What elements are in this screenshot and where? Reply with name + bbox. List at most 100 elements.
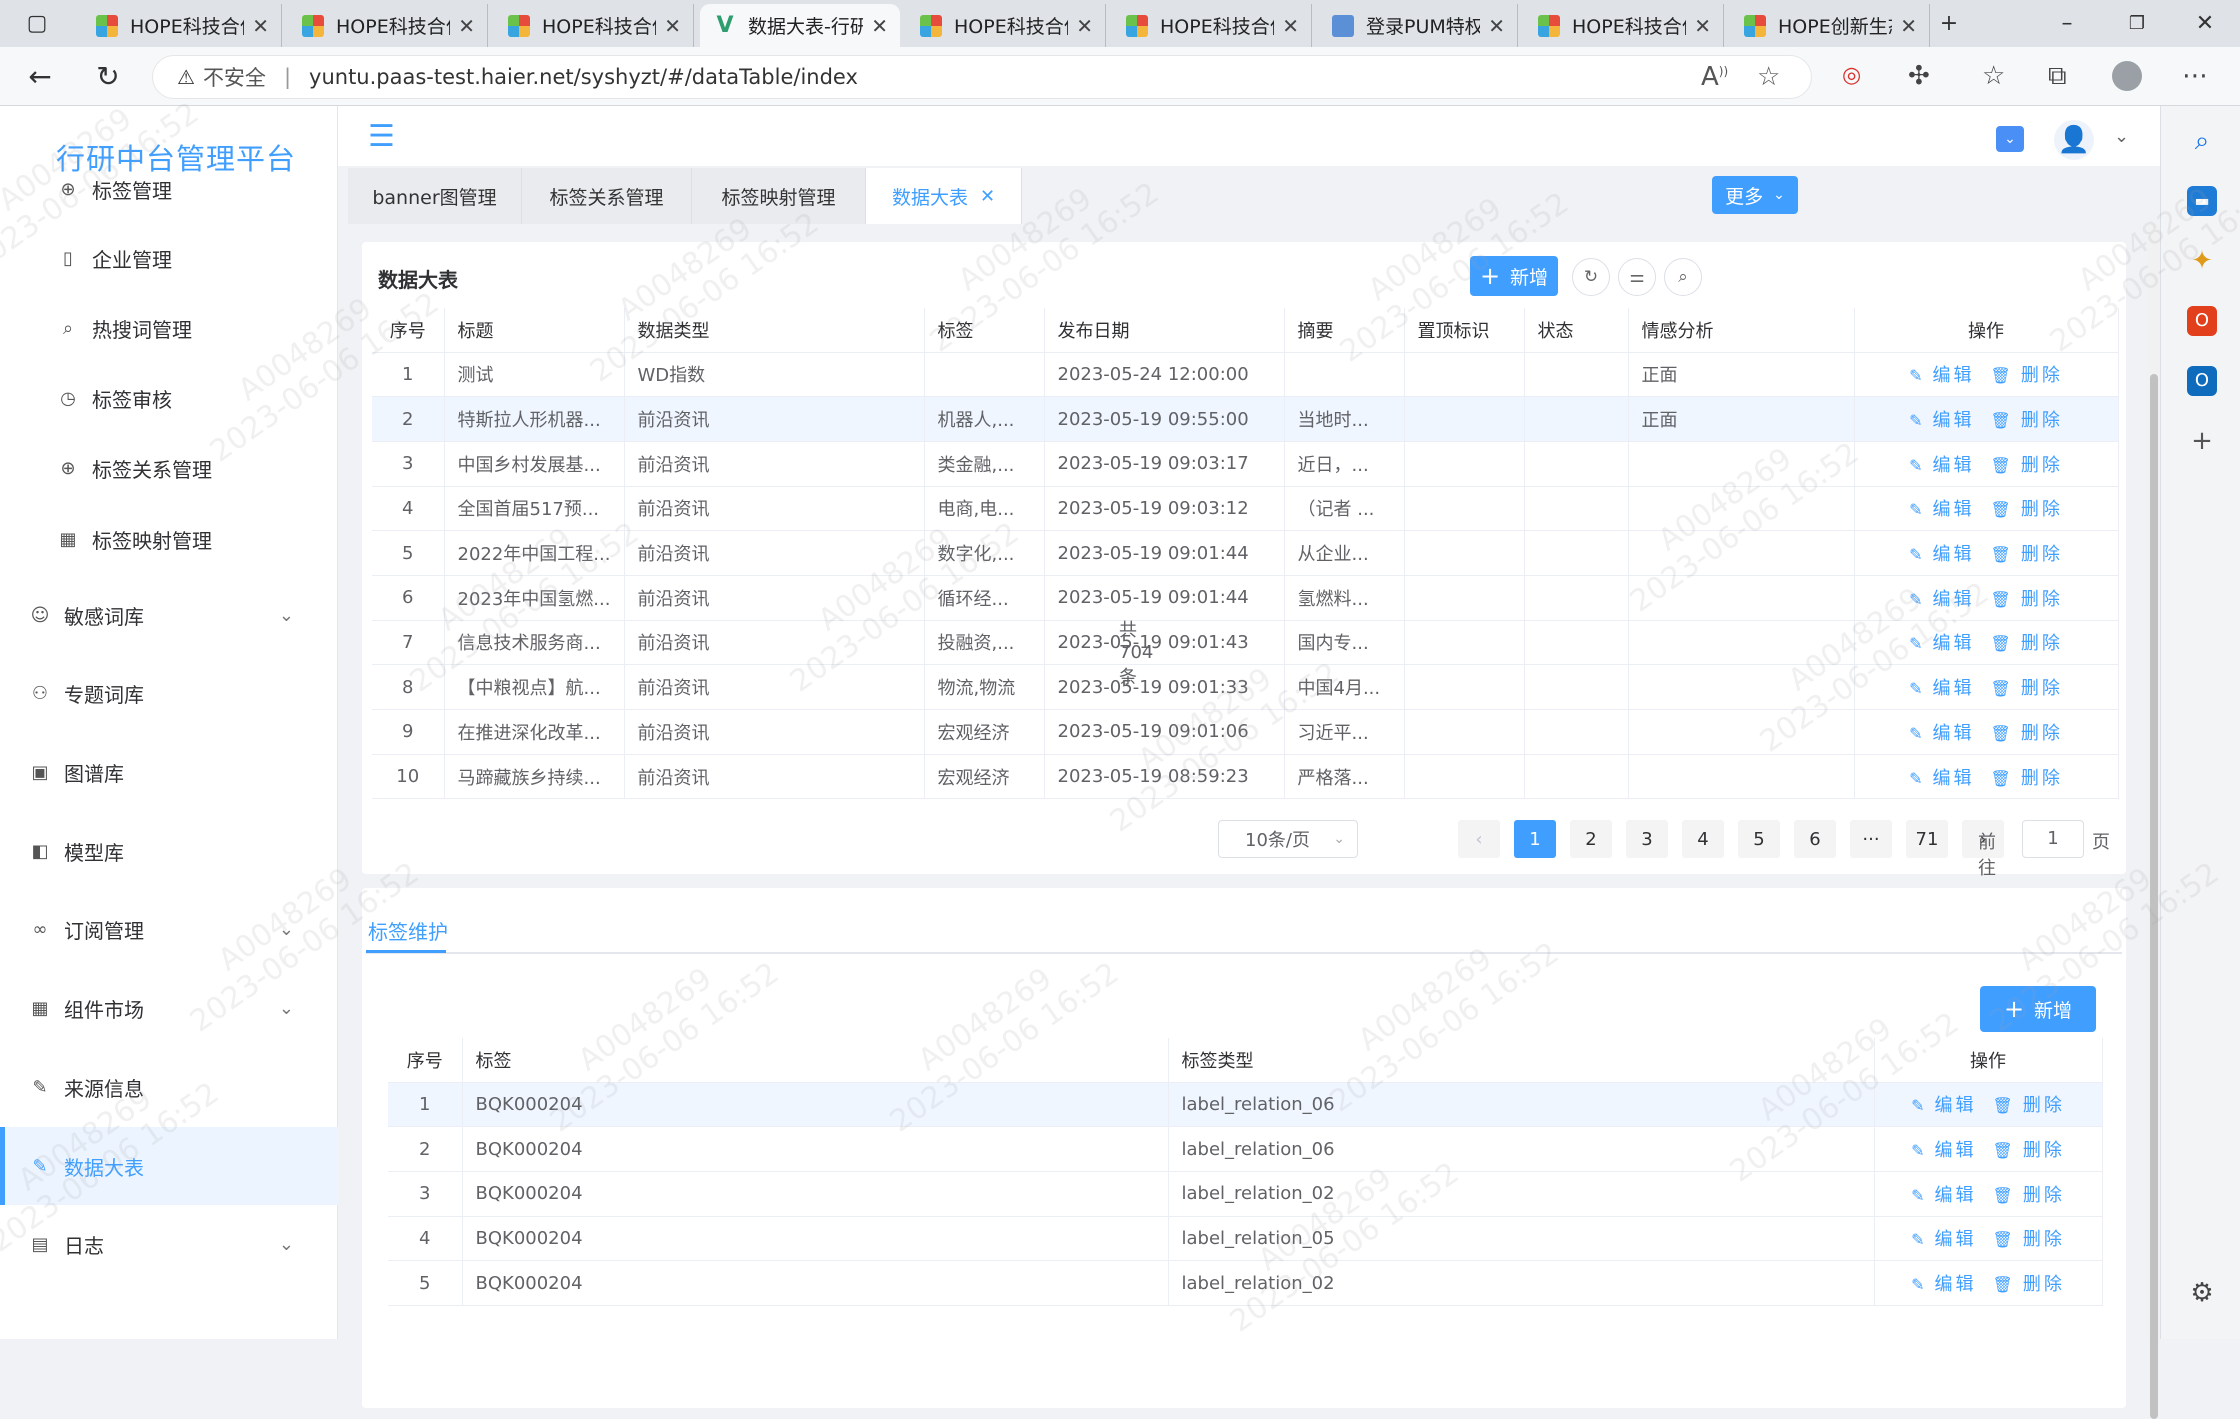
close-tab-icon[interactable]: ✕ xyxy=(1488,14,1505,38)
search-icon[interactable]: ⌕ xyxy=(2187,126,2217,156)
browser-tab[interactable]: HOPE科技合作 ✕ xyxy=(1524,4,1724,47)
delete-link[interactable]: 🗑 删除 xyxy=(1991,499,2063,520)
sidebar-item[interactable]: ▤ 日志 ⌄ xyxy=(0,1205,338,1283)
dropdown-icon[interactable]: ⌄ xyxy=(1996,126,2024,152)
add-button[interactable]: + 新增 xyxy=(1470,256,1558,296)
delete-link[interactable]: 🗑 删除 xyxy=(1993,1095,2065,1116)
tags-view-item[interactable]: banner图管理 xyxy=(348,168,522,224)
page-button[interactable]: ··· xyxy=(1850,820,1892,858)
sidebar-item[interactable]: ◷ 标签审核 xyxy=(0,359,338,437)
edit-link[interactable]: ✎ 编辑 xyxy=(1909,365,1974,386)
hamburger-icon[interactable]: ☰ xyxy=(368,122,395,152)
gear-icon[interactable]: ⚙ xyxy=(2187,1278,2217,1308)
browser-tab[interactable]: HOPE科技合作 ✕ xyxy=(82,4,282,47)
edit-link[interactable]: ✎ 编辑 xyxy=(1911,1140,1976,1161)
table-row[interactable]: 4 BQK000204 label_relation_05 ✎ 编辑 🗑 删除 xyxy=(388,1216,2103,1262)
edit-link[interactable]: ✎ 编辑 xyxy=(1909,410,1974,431)
browser-tab[interactable]: HOPE科技合作 ✕ xyxy=(1112,4,1312,47)
profile-avatar[interactable] xyxy=(2112,61,2142,91)
table-row[interactable]: 9 在推进深化改革... 前沿资讯 宏观经济 2023-05-19 09:01:06 习近… xyxy=(372,709,2119,755)
sidebar-item[interactable]: ☺ 敏感词库 ⌄ xyxy=(0,576,338,654)
browser-tab[interactable]: HOPE科技合作 ✕ xyxy=(906,4,1106,47)
table-row[interactable]: 2 BQK000204 label_relation_06 ✎ 编辑 🗑 删除 xyxy=(388,1126,2103,1172)
close-icon[interactable]: ✕ xyxy=(980,186,995,207)
close-tab-icon[interactable]: ✕ xyxy=(664,14,681,38)
delete-link[interactable]: 🗑 删除 xyxy=(1991,410,2063,431)
table-row[interactable]: 4 全国首届517预... 前沿资讯 电商,电... 2023-05-19 09:03:… xyxy=(372,486,2119,532)
browser-tab[interactable]: HOPE创新生态 ✕ xyxy=(1730,4,1930,47)
edit-link[interactable]: ✎ 编辑 xyxy=(1911,1274,1976,1295)
close-tab-icon[interactable]: ✕ xyxy=(871,14,888,38)
sidebar-item[interactable]: ▣ 图谱库 xyxy=(0,733,338,811)
page-button[interactable]: 71 xyxy=(1906,820,1948,858)
chevron-down-icon[interactable]: ⌄ xyxy=(2114,126,2129,147)
delete-link[interactable]: 🗑 删除 xyxy=(1993,1185,2065,1206)
page-button[interactable]: 1 xyxy=(1514,820,1556,858)
sidebar-item[interactable]: ✎ 数据大表 xyxy=(0,1127,338,1205)
close-tab-icon[interactable]: ✕ xyxy=(458,14,475,38)
table-row[interactable]: 3 中国乡村发展基... 前沿资讯 类金融,... 2023-05-19 09:03:1… xyxy=(372,441,2119,487)
minimize-icon[interactable]: – xyxy=(2052,9,2082,39)
edit-link[interactable]: ✎ 编辑 xyxy=(1909,633,1974,654)
edit-link[interactable]: ✎ 编辑 xyxy=(1909,678,1974,699)
sidebar-item[interactable]: ∞ 订阅管理 ⌄ xyxy=(0,890,338,968)
read-aloud-icon[interactable]: A)) xyxy=(1701,62,1728,92)
extensions-puzzle-icon[interactable]: ✣ xyxy=(1908,61,1930,91)
page-button[interactable]: 5 xyxy=(1738,820,1780,858)
collections-icon[interactable]: ⧉ xyxy=(2048,61,2067,92)
delete-link[interactable]: 🗑 删除 xyxy=(1993,1229,2065,1250)
page-button[interactable]: 4 xyxy=(1682,820,1724,858)
table-row[interactable]: 8 【中粮视点】航... 前沿资讯 物流,物流 2023-05-19 09:01:33 中… xyxy=(372,664,2119,710)
page-scrollbar[interactable] xyxy=(2148,224,2160,1419)
close-tab-icon[interactable]: ✕ xyxy=(1282,14,1299,38)
settings-more-icon[interactable]: ⋯ xyxy=(2182,61,2208,91)
edit-link[interactable]: ✎ 编辑 xyxy=(1909,768,1974,789)
sidebar-item[interactable]: ⌕ 热搜词管理 xyxy=(0,289,338,367)
browser-tab[interactable]: V 数据大表-行研 ✕ xyxy=(700,4,900,47)
goto-page-input[interactable]: 1 xyxy=(2022,820,2084,858)
browser-tab[interactable]: HOPE科技合作 ✕ xyxy=(288,4,488,47)
table-row[interactable]: 6 2023年中国氢燃... 前沿资讯 循环经... 2023-05-19 09:01:… xyxy=(372,575,2119,621)
table-row[interactable]: 10 马蹄藏族乡持续... 前沿资讯 宏观经济 2023-05-19 08:59:23 严… xyxy=(372,754,2119,800)
address-bar[interactable]: ⚠ 不安全 | yuntu.paas-test.haier.net/syshyz… xyxy=(152,55,1812,99)
table-row[interactable]: 2 特斯拉人形机器... 前沿资讯 机器人,... 2023-05-19 09:55:0… xyxy=(372,396,2119,442)
delete-link[interactable]: 🗑 删除 xyxy=(1991,723,2063,744)
sidebar-item[interactable]: ▦ 标签映射管理 xyxy=(0,500,338,578)
sidebar-item[interactable]: ⊕ 标签管理 xyxy=(0,150,338,228)
add-tag-button[interactable]: + 新增 xyxy=(1980,986,2096,1032)
outlook-icon[interactable]: O xyxy=(2187,366,2217,396)
delete-link[interactable]: 🗑 删除 xyxy=(1991,544,2063,565)
search-icon[interactable]: ⌕ xyxy=(1664,258,1702,296)
table-row[interactable]: 1 测试 WD指数 2023-05-24 12:00:00 正面 ✎ 编辑 🗑 删除 xyxy=(372,352,2119,398)
toolbox-icon[interactable]: ▬ xyxy=(2187,186,2217,216)
tags-view-item[interactable]: 标签关系管理 xyxy=(522,168,692,224)
prev-page-button[interactable]: ‹ xyxy=(1458,820,1500,858)
table-row[interactable]: 7 信息技术服务商... 前沿资讯 投融资,... 2023-05-19 09:01:4… xyxy=(372,620,2119,666)
delete-link[interactable]: 🗑 删除 xyxy=(1991,768,2063,789)
tab-tag-maintenance[interactable]: 标签维护 xyxy=(368,916,448,945)
add-icon[interactable]: + xyxy=(2187,426,2217,456)
sidebar-item[interactable]: ⚇ 专题词库 xyxy=(0,654,338,732)
table-row[interactable]: 5 2022年中国工程... 前沿资讯 数字化,... 2023-05-19 09:01… xyxy=(372,530,2119,576)
edit-link[interactable]: ✎ 编辑 xyxy=(1911,1095,1976,1116)
close-tab-icon[interactable]: ✕ xyxy=(1694,14,1711,38)
scrollbar-thumb[interactable] xyxy=(2150,374,2158,1419)
close-tab-icon[interactable]: ✕ xyxy=(252,14,269,38)
delete-link[interactable]: 🗑 删除 xyxy=(1991,589,2063,610)
back-icon[interactable]: ← xyxy=(22,59,58,95)
edit-link[interactable]: ✎ 编辑 xyxy=(1909,589,1974,610)
edit-link[interactable]: ✎ 编辑 xyxy=(1909,544,1974,565)
browser-tab[interactable]: HOPE科技合作 ✕ xyxy=(494,4,694,47)
favorites-icon[interactable]: ☆ xyxy=(1982,61,2005,91)
edit-link[interactable]: ✎ 编辑 xyxy=(1911,1185,1976,1206)
sidebar-item[interactable]: ◧ 模型库 xyxy=(0,812,338,890)
edit-link[interactable]: ✎ 编辑 xyxy=(1909,723,1974,744)
tags-view-item[interactable]: 数据大表 ✕ xyxy=(866,168,1022,224)
delete-link[interactable]: 🗑 删除 xyxy=(1993,1274,2065,1295)
favorite-star-icon[interactable]: ☆ xyxy=(1757,62,1780,92)
page-button[interactable]: 6 xyxy=(1794,820,1836,858)
page-size-select[interactable]: 10条/页 ⌄ xyxy=(1218,820,1358,858)
sidebar-item[interactable]: ▯ 企业管理 xyxy=(0,219,338,297)
sidebar-item[interactable]: ▦ 组件市场 ⌄ xyxy=(0,969,338,1047)
sidebar-item[interactable]: ✎ 来源信息 xyxy=(0,1048,338,1126)
